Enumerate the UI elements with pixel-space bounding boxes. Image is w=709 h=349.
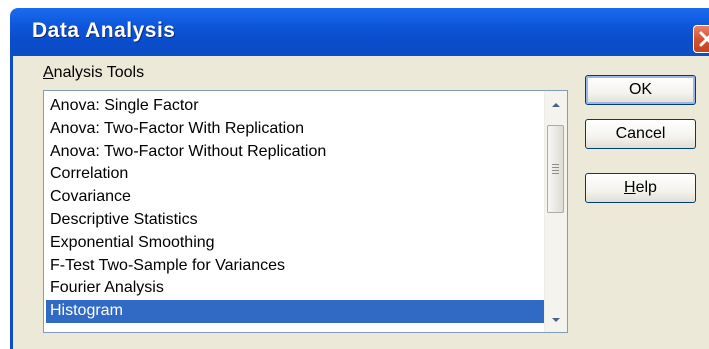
scroll-thumb[interactable]: [547, 125, 564, 213]
ok-button[interactable]: OK: [585, 75, 696, 105]
arrow-up-icon: [552, 103, 560, 107]
list-item[interactable]: Anova: Single Factor: [46, 95, 544, 118]
list-item[interactable]: Histogram: [46, 300, 544, 323]
window-title: Data Analysis: [32, 19, 176, 42]
dialog-body: Analysis Tools Anova: Single Factor Anova…: [13, 56, 709, 349]
grip-line: [552, 167, 559, 168]
arrow-down-icon: [552, 318, 560, 322]
list-item[interactable]: Anova: Two-Factor With Replication: [46, 118, 544, 141]
scroll-down-button[interactable]: [547, 310, 565, 330]
close-icon: [699, 31, 709, 47]
list-item[interactable]: Anova: Two-Factor Without Replication: [46, 141, 544, 164]
cancel-button[interactable]: Cancel: [585, 119, 696, 149]
list-item[interactable]: Descriptive Statistics: [46, 209, 544, 232]
grip-line: [552, 170, 559, 171]
grip-line: [552, 173, 559, 174]
help-button[interactable]: Help: [585, 173, 696, 203]
grip-line: [552, 164, 559, 165]
list-item[interactable]: Covariance: [46, 186, 544, 209]
list-items: Anova: Single Factor Anova: Two-Factor Wi…: [46, 95, 544, 323]
list-item[interactable]: F-Test Two-Sample for Variances: [46, 255, 544, 278]
list-item[interactable]: Exponential Smoothing: [46, 232, 544, 255]
analysis-tools-label: Analysis Tools: [43, 64, 145, 81]
data-analysis-dialog: Data Analysis Analysis Tools Anova: Sing…: [0, 0, 709, 349]
analysis-tools-listbox[interactable]: Anova: Single Factor Anova: Two-Factor Wi…: [43, 90, 568, 333]
list-item[interactable]: Fourier Analysis: [46, 277, 544, 300]
title-bar[interactable]: Data Analysis: [10, 8, 709, 56]
close-button[interactable]: [693, 25, 709, 53]
scroll-up-button[interactable]: [547, 95, 565, 115]
list-scrollbar[interactable]: [544, 91, 567, 332]
list-item[interactable]: Correlation: [46, 163, 544, 186]
